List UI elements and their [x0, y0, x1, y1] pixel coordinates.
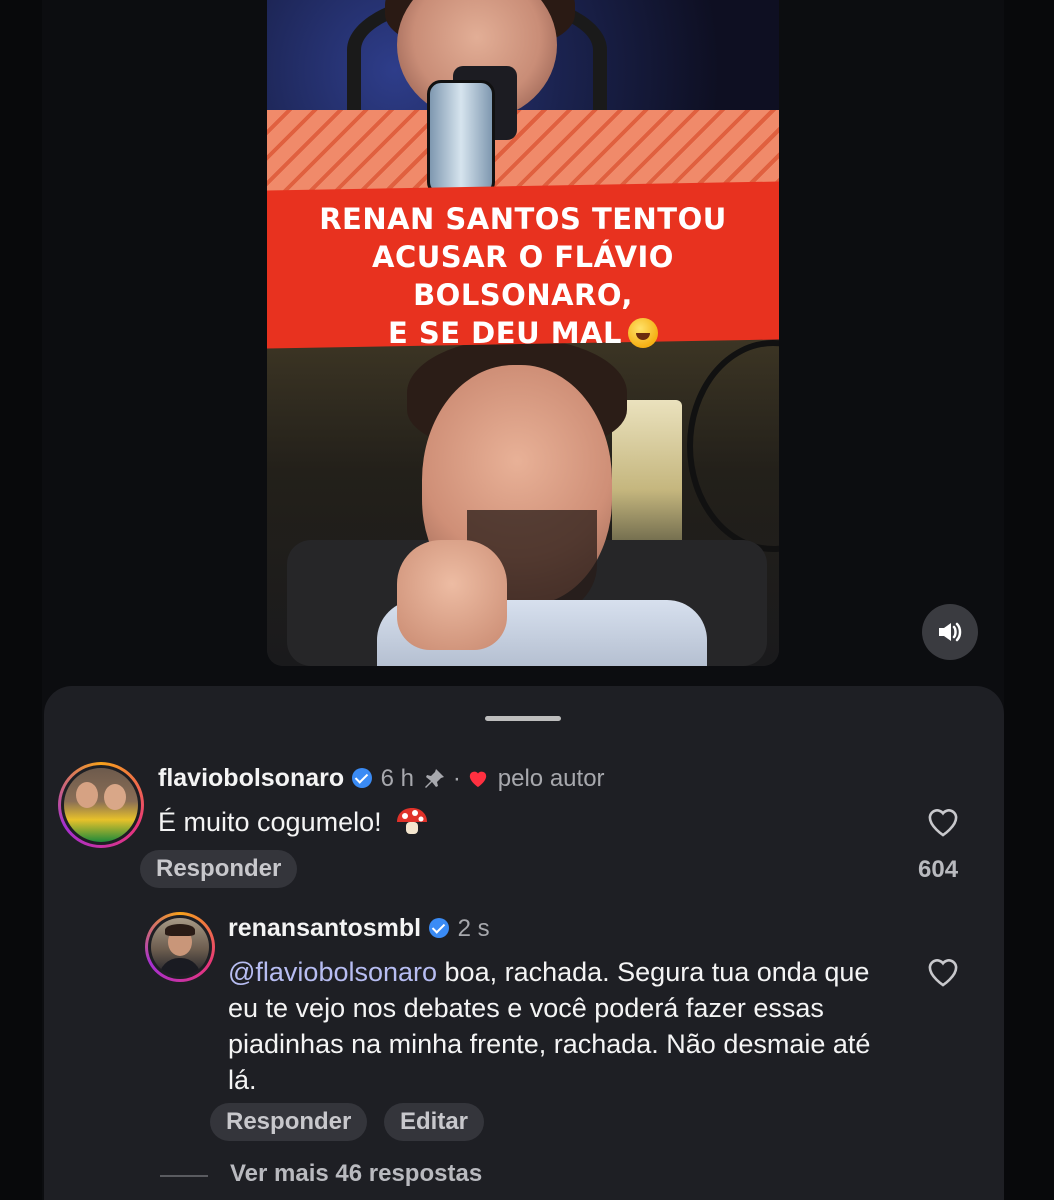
heart-filled-icon [470, 771, 487, 788]
comment-username[interactable]: flaviobolsonaro [158, 764, 344, 792]
comment-header-1: flaviobolsonaro 6 h · pelo autor [158, 764, 605, 793]
speaker-hand-shape [397, 540, 507, 650]
avatar-image [151, 918, 209, 976]
reply-button[interactable]: Responder [140, 850, 298, 888]
verified-badge-icon [352, 768, 373, 788]
left-margin [0, 0, 42, 1200]
microphone-shape [427, 80, 495, 196]
comment-text: É muito cogumelo! [158, 807, 382, 837]
mushroom-emoji-icon [397, 808, 428, 834]
sheet-drag-handle[interactable] [485, 716, 561, 721]
avatar-renansantosmbl[interactable] [145, 912, 215, 982]
view-more-replies[interactable]: Ver mais 46 respostas [230, 1160, 482, 1188]
speaker-icon [939, 622, 962, 642]
like-count: 604 [918, 856, 959, 883]
video-top-frame [267, 0, 779, 210]
comment-body-2: @flaviobolsonaro boa, rachada. Segura tu… [228, 954, 878, 1098]
comment-body-1: É muito cogumelo! [158, 804, 429, 840]
background-light-shape [612, 400, 682, 550]
caption-text: RENAN SANTOS TENTOU ACUSAR O FLÁVIO BOLS… [267, 200, 779, 352]
like-heart-icon[interactable] [925, 956, 961, 988]
volume-button[interactable] [922, 604, 978, 660]
laughing-emoji-icon [628, 318, 658, 348]
reply-button[interactable]: Responder [210, 1103, 368, 1141]
comment-time: 2 s [457, 915, 490, 942]
avatar-flaviobolsonaro[interactable] [58, 762, 144, 848]
right-margin [1004, 0, 1054, 1200]
app-root: RENAN SANTOS TENTOU ACUSAR O FLÁVIO BOLS… [0, 0, 1054, 1200]
verified-badge-icon [429, 918, 450, 938]
liked-by-author-label: pelo autor [497, 765, 605, 792]
comment-username[interactable]: renansantosmbl [228, 914, 421, 942]
like-heart-icon[interactable] [925, 806, 961, 838]
reel-video[interactable]: RENAN SANTOS TENTOU ACUSAR O FLÁVIO BOLS… [267, 0, 779, 666]
caption-line-2: ACUSAR O FLÁVIO BOLSONARO, [372, 240, 674, 312]
comment-header-2: renansantosmbl 2 s [228, 914, 490, 943]
replies-divider [160, 1175, 208, 1177]
avatar-image [64, 768, 138, 842]
mention-link[interactable]: @flaviobolsonaro [228, 957, 437, 987]
caption-line-1: RENAN SANTOS TENTOU [319, 202, 727, 236]
comment-time: 6 h [380, 765, 414, 792]
meta-separator: · [452, 765, 461, 792]
edit-button[interactable]: Editar [384, 1103, 485, 1141]
pin-icon [425, 769, 445, 788]
caption-line-3: E SE DEU MAL [387, 316, 622, 350]
